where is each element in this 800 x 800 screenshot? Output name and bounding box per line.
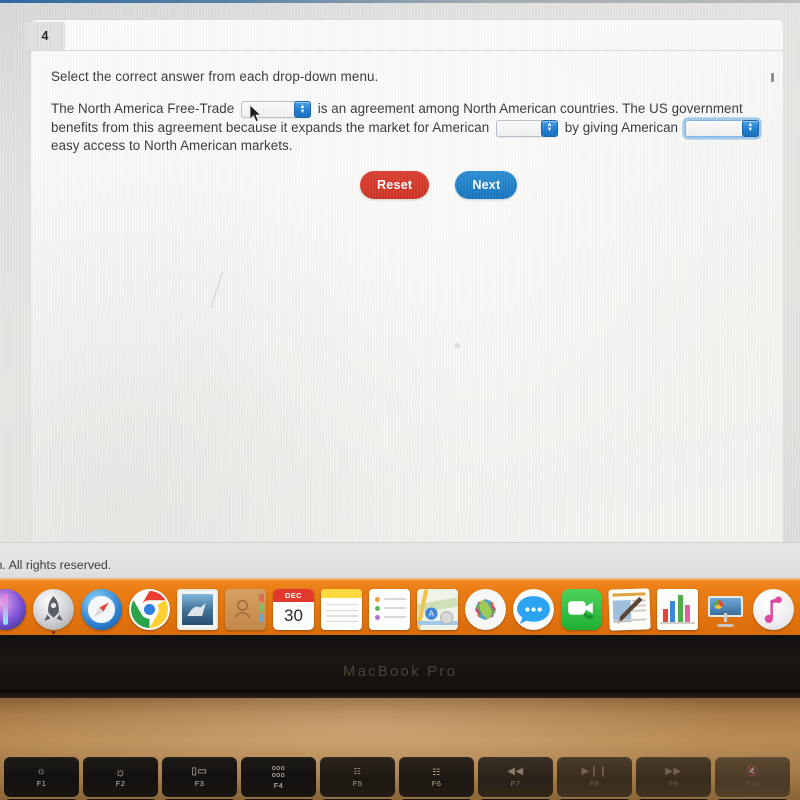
function-key-row: ☼ F1 ☼ F2 ▯▭ F3 ooo ooo F4 ☷ F5 ☷ F6 ◀◀ F… [4,757,790,797]
dropdown-3[interactable]: ▲ ▼ [684,119,759,137]
dock-item-numbers[interactable] [654,586,701,633]
chrome-icon [129,589,170,630]
copyright-text: entum. All rights reserved. [0,558,112,572]
svg-text:A: A [429,610,435,619]
brightness-down-icon: ☼ [36,765,47,777]
sentence-part-1: The North America Free-Trade [51,101,238,116]
dock-item-safari[interactable] [78,586,125,633]
key-f2-label: F2 [115,778,126,788]
contacts-icon [225,589,266,630]
key-f8[interactable]: ▶❙❙ F8 [557,757,632,797]
calendar-day: 30 [284,605,303,625]
mute-icon: 🔇 [746,765,759,777]
key-f6[interactable]: ☷ F6 [399,757,474,797]
key-f9[interactable]: ▶▶ F9 [636,757,711,797]
key-f2[interactable]: ☼ F2 [83,757,158,797]
dock-item-calendar[interactable]: DEC 30 [270,586,317,633]
key-f3-label: F3 [194,778,205,788]
dock-item-photos[interactable] [462,586,509,633]
photos-icon [465,589,506,630]
brightness-up-icon: ☼ [114,764,127,779]
key-f5-label: F5 [352,778,363,788]
question-number-tab: 4 [25,22,65,50]
key-f9-label: F9 [668,778,679,788]
dropdown-2[interactable]: ▲ ▼ [496,119,558,137]
maps-icon: A [417,589,458,630]
dropdown-2-stepper-icon[interactable]: ▲ ▼ [541,119,558,137]
key-f1-label: F1 [36,778,47,788]
key-f10[interactable]: 🔇 F10 [715,757,790,797]
play-pause-icon: ▶❙❙ [581,765,608,777]
instruction-text: Select the correct answer from each drop… [51,69,379,84]
key-f5[interactable]: ☷ F5 [320,757,395,797]
dock-running-indicator [52,631,55,634]
dock-item-chrome[interactable] [126,586,173,633]
dropdown-3-stepper-icon[interactable]: ▲ ▼ [741,119,759,137]
key-f4[interactable]: ooo ooo F4 [241,757,316,797]
dock-item-maps[interactable]: A [414,586,461,633]
dock-item-siri[interactable] [0,586,29,633]
rewind-icon: ◀◀ [507,765,524,777]
keyboard-backlight-down-icon: ☷ [353,766,362,776]
calendar-icon: DEC 30 [273,589,314,630]
question-number: 4 [41,29,49,43]
photograph-of-laptop-screen: 4 Select the correct answer from each dr… [0,0,800,800]
sentence-part-3: by giving American [561,119,682,135]
mail-icon [177,589,218,630]
page-footer-band [0,542,800,579]
dock-item-contacts[interactable] [222,586,269,633]
key-f6-label: F6 [431,778,442,788]
launchpad-icon [33,589,74,630]
keynote-icon [705,589,746,630]
question-paragraph: The North America Free-Trade ▲ ▼ is an ag… [51,100,777,156]
pages-icon [608,588,651,631]
dropdown-1-stepper-icon[interactable]: ▲ ▼ [294,101,311,118]
safari-icon [81,589,122,630]
key-f1[interactable]: ☼ F1 [4,757,79,797]
dock-item-reminders[interactable] [366,586,413,633]
keyboard-backlight-up-icon: ☷ [432,766,441,777]
launchpad-grid-icon: ooo ooo [271,764,286,779]
dock-item-pages[interactable] [606,586,653,633]
messages-icon [513,589,554,630]
reset-button[interactable]: Reset [360,171,430,199]
mouse-cursor-icon [249,104,262,123]
numbers-icon [657,589,698,630]
itunes-icon [753,589,794,630]
macos-dock[interactable]: DEC 30 A [0,578,800,635]
reminders-icon [369,589,410,630]
action-buttons: Reset Next [360,171,518,199]
dock-item-itunes[interactable] [750,586,797,633]
laptop-screen: 4 Select the correct answer from each dr… [0,3,800,578]
notes-icon [321,589,362,630]
dock-item-messages[interactable] [510,586,557,633]
question-divider [31,50,783,51]
dock-item-mail[interactable] [174,586,221,633]
quiz-content-card [31,20,783,545]
key-f8-label: F8 [589,778,600,788]
key-f4-label: F4 [273,780,284,790]
screen-speck [771,73,774,82]
key-f7[interactable]: ◀◀ F7 [478,757,553,797]
next-button[interactable]: Next [455,171,518,199]
dock-item-launchpad[interactable] [30,586,77,634]
dock-item-facetime[interactable] [558,586,605,633]
siri-icon [0,589,26,630]
screen-smudge [455,343,460,348]
key-f10-label: F10 [745,778,760,788]
key-f3[interactable]: ▯▭ F3 [162,757,237,797]
mission-control-icon: ▯▭ [191,765,208,777]
dock-item-notes[interactable] [318,586,365,633]
dock-item-keynote[interactable] [702,586,749,633]
facetime-icon [561,589,602,630]
key-f7-label: F7 [510,778,521,788]
calendar-month: DEC [273,589,314,603]
fast-forward-icon: ▶▶ [665,765,682,777]
macbook-pro-label: MacBook Pro [342,663,458,680]
